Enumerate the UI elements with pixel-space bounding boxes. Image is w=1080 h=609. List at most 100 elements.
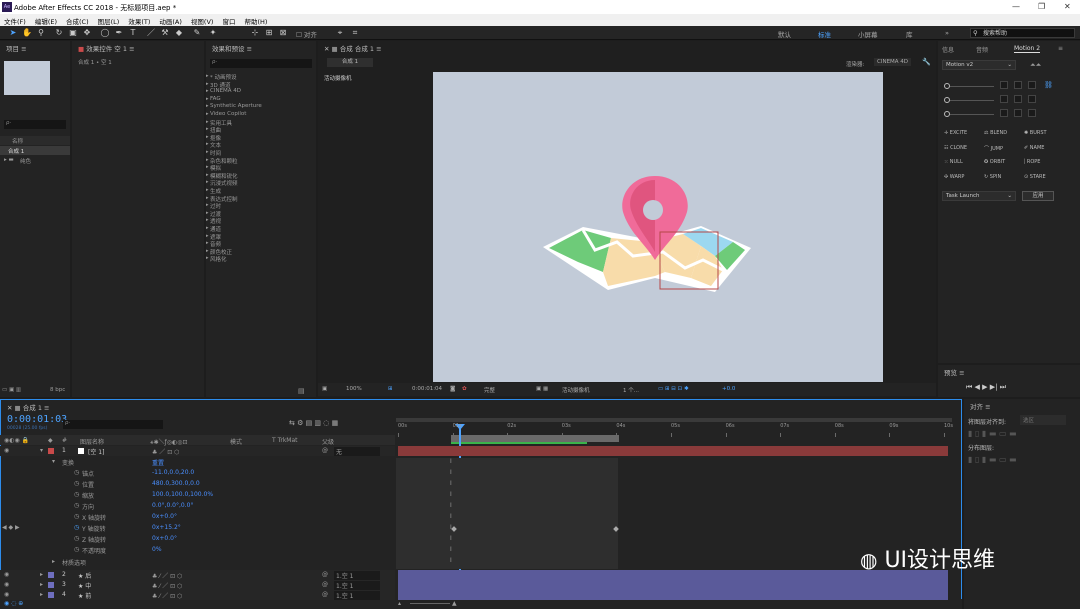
label-color-swatch[interactable]: [48, 572, 54, 578]
layer-visibility-icon[interactable]: ◉: [4, 591, 9, 598]
align-buttons-icons[interactable]: ▮ ▯ ▮ ▬ ▭ ▬: [968, 429, 1017, 438]
menu-animation[interactable]: 动画(A): [155, 14, 187, 26]
stopwatch-icon[interactable]: ◷: [74, 469, 79, 476]
view-options-icon[interactable]: ▭ ⊞ ⊟ ⊡ ✱: [658, 386, 689, 392]
axis-icon[interactable]: ⊹: [250, 28, 260, 38]
expand-caret-icon[interactable]: ▸: [206, 149, 209, 155]
workspace-menu-icon[interactable]: »: [945, 29, 949, 37]
property-value[interactable]: 100.0,100.0,100.0%: [152, 491, 213, 498]
layer-name[interactable]: ★ 中: [78, 581, 91, 590]
expand-caret-icon[interactable]: ▸: [206, 255, 209, 261]
property-value[interactable]: 480.0,300.0,0.0: [152, 480, 200, 487]
timeline-tab[interactable]: ✕ ■ 合成 1 ≡: [1, 400, 961, 412]
stopwatch-icon[interactable]: ◷: [74, 546, 79, 553]
new-bin-icon[interactable]: ▤: [298, 387, 305, 395]
expand-caret-icon[interactable]: ▸: [206, 73, 209, 79]
timeline-switches-icons[interactable]: ⇆ ⚙ ▤ ▥ ◌ ▦: [289, 419, 338, 427]
resolution-dropdown[interactable]: 完整: [484, 386, 495, 394]
playback-controls[interactable]: ⏮ ◀ ▶ ▶| ⏭: [966, 383, 1006, 392]
motion-stare-button[interactable]: ⊙ STARE: [1024, 174, 1046, 180]
project-panel-title[interactable]: 项目 ≡: [0, 41, 70, 53]
effects-category[interactable]: Synthetic Aperture: [210, 103, 262, 109]
interpret-icon[interactable]: ▭ ▣ ▥: [2, 387, 21, 393]
snapshot-icon[interactable]: ◙: [450, 386, 455, 392]
project-search-input[interactable]: ρ·: [4, 120, 66, 129]
trkmat-column-header[interactable]: T TrkMat: [272, 437, 298, 444]
distribute-buttons-icons[interactable]: ▮ ▯ ▮ ▬ ▭ ▬: [968, 455, 1017, 464]
expand-caret-icon[interactable]: ▸: [206, 103, 209, 109]
anchor-point-button[interactable]: [1014, 109, 1022, 117]
pick-whip-icon[interactable]: @: [322, 591, 328, 598]
pan-tool-icon[interactable]: ✥: [82, 28, 92, 38]
motion-clone-button[interactable]: ☷ CLONE: [944, 145, 967, 151]
motion-name-button[interactable]: ✐ NAME: [1024, 145, 1044, 151]
mode-column-header[interactable]: 模式: [230, 437, 242, 446]
menu-view[interactable]: 视图(V): [187, 14, 219, 26]
stopwatch-icon[interactable]: ◷: [74, 524, 79, 531]
timeline-search-input[interactable]: ρ·: [63, 420, 163, 429]
motion-jump-button[interactable]: ⌒ JUMP: [984, 145, 1003, 152]
layer-visibility-icon[interactable]: ◉: [4, 581, 9, 588]
tab-motion2[interactable]: Motion 2: [1014, 45, 1041, 53]
pick-whip-icon[interactable]: @: [322, 447, 328, 454]
expand-caret-icon[interactable]: ▸: [206, 157, 209, 163]
menu-window[interactable]: 窗口: [218, 14, 240, 26]
zoom-tool-icon[interactable]: ⚲: [36, 28, 46, 38]
expand-caret-icon[interactable]: ▸: [206, 233, 209, 239]
camera-dropdown[interactable]: 活动摄像机: [562, 386, 590, 394]
label-color-swatch[interactable]: [48, 448, 54, 454]
project-item-comp[interactable]: 合成 1: [0, 146, 70, 155]
parent-dropdown[interactable]: 1.空 1: [334, 581, 380, 590]
motion-burst-button[interactable]: ✺ BURST: [1024, 130, 1047, 136]
effects-category[interactable]: CINEMA 4D: [210, 88, 241, 94]
switches-row[interactable]: ♣ ⁄ ／ ⊡ ⬡: [152, 581, 182, 590]
anchor-point-button[interactable]: [1000, 109, 1008, 117]
property-value[interactable]: 0x+0.0°: [152, 535, 177, 542]
stopwatch-icon[interactable]: ◷: [74, 535, 79, 542]
switches-row[interactable]: ♣ ⁄ ／ ⊡ ⬡: [152, 571, 182, 580]
current-time[interactable]: 0:00:01:04: [412, 386, 442, 392]
layer-name-column-header[interactable]: 图层名称: [80, 437, 104, 446]
anchor-point-button[interactable]: [1028, 81, 1036, 89]
stopwatch-icon[interactable]: ◷: [74, 480, 79, 487]
effects-category[interactable]: Video Copilot: [210, 111, 246, 117]
menu-edit[interactable]: 编辑(E): [31, 14, 62, 26]
expand-caret-icon[interactable]: ▸: [206, 217, 209, 223]
tab-info[interactable]: 信息: [942, 45, 954, 54]
selection-tool-icon[interactable]: ➤: [8, 28, 18, 38]
roi-icon[interactable]: ▣ ▦: [536, 386, 548, 392]
snap-checkbox[interactable]: ☐ 对齐: [296, 29, 317, 39]
parent-dropdown[interactable]: 1.空 1: [334, 571, 380, 580]
color-channel-icon[interactable]: ✿: [462, 386, 467, 392]
layer-bar-4[interactable]: [398, 590, 948, 600]
effects-category[interactable]: 风格化: [210, 255, 227, 263]
expand-caret-icon[interactable]: ▸: [206, 240, 209, 246]
pen-tool-icon[interactable]: ✒: [114, 28, 124, 38]
property-value[interactable]: 0%: [152, 546, 162, 553]
expand-caret-icon[interactable]: ▸: [206, 164, 209, 170]
zoom-dropdown[interactable]: 100%: [346, 386, 362, 392]
parent-column-header[interactable]: 父级: [322, 437, 334, 446]
layer-name[interactable]: ★ 后: [78, 571, 91, 580]
expand-caret-icon[interactable]: ▸: [206, 81, 209, 87]
expand-caret-icon[interactable]: ▸: [206, 111, 209, 117]
camera-tool-icon[interactable]: ▣: [68, 28, 78, 38]
parent-dropdown[interactable]: 1.空 1: [334, 591, 380, 600]
brush-tool-icon[interactable]: ／: [146, 28, 156, 38]
anchor-point-button[interactable]: [1014, 81, 1022, 89]
reset-link[interactable]: 重置: [152, 458, 164, 467]
work-area-scrollbar[interactable]: [396, 418, 952, 422]
property-value[interactable]: 0x+0.0°: [152, 513, 177, 520]
composition-viewer[interactable]: [433, 72, 883, 382]
anchor-point-button[interactable]: [1000, 81, 1008, 89]
motion-spin-button[interactable]: ↻ SPIN: [984, 174, 1001, 180]
property-value[interactable]: 0.0°,0.0°,0.0°: [152, 502, 193, 509]
tab-audio[interactable]: 音频: [976, 45, 988, 54]
snap-icon-b[interactable]: ⌗: [350, 28, 360, 38]
maximize-icon[interactable]: ❐: [1038, 2, 1045, 11]
mountains-icon[interactable]: ⏶⏶: [1030, 61, 1041, 70]
expand-caret-icon[interactable]: ▸: [206, 202, 209, 208]
chain-icon[interactable]: ⛓: [1044, 81, 1053, 89]
layer-visibility-icon[interactable]: ◉: [4, 571, 9, 578]
expand-caret-icon[interactable]: ▸: [206, 195, 209, 201]
